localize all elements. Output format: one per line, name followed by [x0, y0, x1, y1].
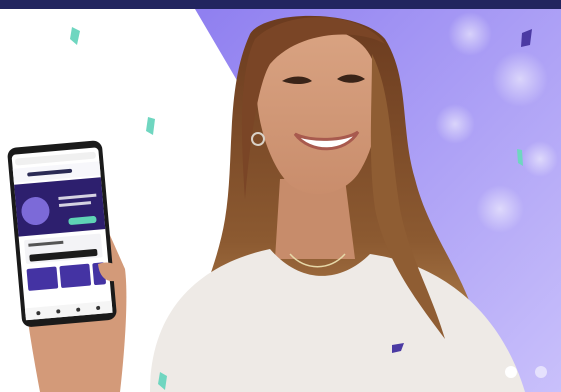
phone-tile: [59, 263, 92, 288]
carousel-pagination: [505, 366, 547, 378]
hero-illustration: [0, 9, 561, 392]
bokeh-light: [435, 104, 475, 144]
smartphone: [7, 140, 117, 327]
phone-tile: [26, 266, 59, 291]
carousel-dot-1[interactable]: [505, 366, 517, 378]
hero-image: [0, 9, 561, 392]
carousel-dot-2[interactable]: [535, 366, 547, 378]
bokeh-light: [492, 51, 548, 107]
top-navigation-bar: [0, 0, 561, 9]
bokeh-light: [448, 12, 492, 56]
bokeh-light: [476, 185, 524, 233]
bokeh-light: [522, 141, 558, 177]
